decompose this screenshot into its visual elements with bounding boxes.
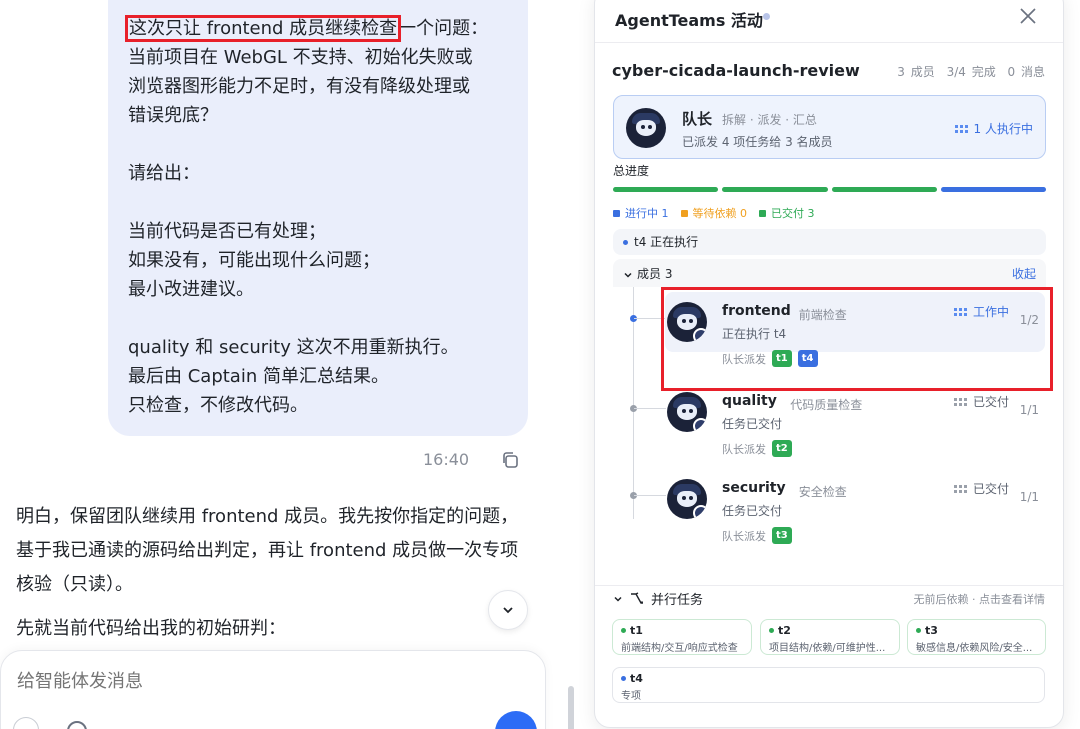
highlight-box bbox=[661, 287, 1053, 391]
legend-item: 等待依赖 0 bbox=[680, 205, 747, 221]
members-section-header[interactable]: 成员 3 收起 bbox=[613, 259, 1046, 287]
avatar bbox=[667, 479, 707, 519]
member-assignment: 队长派发 t3 bbox=[722, 527, 792, 544]
add-attachment-button[interactable] bbox=[13, 717, 39, 729]
grid-dots-icon bbox=[954, 124, 968, 133]
assistant-paragraph: 先就当前代码给出我的初始研判： bbox=[16, 618, 286, 639]
user-message-line: 只检查，不修改代码。 bbox=[128, 395, 308, 416]
progress-legend: 进行中 1 等待依赖 0 已交付 3 bbox=[613, 205, 815, 221]
user-message-bubble: 这次只让 frontend 成员继续检查一个问题： 当前项目在 WebGL 不支… bbox=[108, 0, 528, 436]
task-tag[interactable]: t3 bbox=[772, 527, 792, 544]
member-task-count: 1/1 bbox=[1019, 490, 1039, 504]
leader-card[interactable]: 队长 拆解 · 派发 · 汇总 已派发 4 项任务给 3 名成员 1 人执行中 bbox=[613, 95, 1046, 159]
task-card-t3[interactable]: t3 敏感信息/依赖风险/安全... bbox=[907, 619, 1046, 655]
member-task: 任务已交付 bbox=[722, 504, 783, 518]
grid-dots-icon bbox=[953, 397, 967, 406]
message-input[interactable] bbox=[17, 671, 497, 692]
member-row-security[interactable]: security 安全检查任务已交付 已交付 1/1 队长派发 t3 bbox=[665, 469, 1045, 551]
user-message-line: 最后由 Captain 简单汇总结果。 bbox=[128, 366, 389, 387]
message-timestamp: 16:40 bbox=[423, 450, 470, 469]
branch-icon bbox=[631, 591, 643, 604]
legend-item: 进行中 1 bbox=[613, 205, 669, 221]
user-message-line: quality 和 security 这次不用重新执行。 bbox=[128, 337, 459, 358]
message-composer bbox=[0, 650, 546, 729]
progress-segment bbox=[940, 187, 1046, 192]
parallel-tasks-note: 无前后依赖 · 点击查看详情 bbox=[913, 593, 1046, 606]
panel-header: AgentTeams 活动 bbox=[595, 0, 1063, 43]
scroll-to-bottom-button[interactable] bbox=[488, 590, 528, 630]
user-message-line: 错误兜底？ bbox=[128, 105, 218, 126]
user-message-line: 当前代码是否已有处理； bbox=[128, 221, 326, 242]
member-status: 已交付 bbox=[953, 393, 1009, 410]
user-message-line: 最小改进建议。 bbox=[128, 279, 254, 300]
progress-segment bbox=[831, 187, 937, 192]
task-card-t2[interactable]: t2 项目结构/依赖/可维护性... bbox=[760, 619, 900, 655]
tree-branch bbox=[634, 408, 666, 409]
member-assignment: 队长派发 t2 bbox=[722, 440, 792, 457]
member-role: 代码质量检查 bbox=[790, 398, 863, 412]
collapse-link[interactable]: 收起 bbox=[1012, 265, 1036, 282]
tree-branch bbox=[634, 495, 666, 496]
user-message-line: 这次只让 frontend 成员继续检查一个问题： bbox=[124, 15, 489, 42]
assistant-message: 明白，保留团队继续用 frontend 成员。我先按你指定的问题，基于我已通读的… bbox=[16, 500, 536, 646]
parallel-tasks-toggle[interactable]: 并行任务 bbox=[613, 589, 703, 608]
member-task: 任务已交付 bbox=[722, 417, 783, 431]
progress-label: 总进度 bbox=[613, 164, 650, 178]
current-task-indicator: t4 正在执行 bbox=[613, 229, 1046, 255]
live-indicator bbox=[763, 13, 770, 20]
member-row-quality[interactable]: quality 代码质量检查 任务已交付 已交付 1/1 队长派发 t2 bbox=[665, 382, 1045, 464]
leader-title: 队长 bbox=[682, 110, 713, 128]
legend-item: 已交付 3 bbox=[759, 205, 815, 221]
user-message-line: 请给出： bbox=[128, 163, 200, 184]
panel-title: AgentTeams 活动 bbox=[615, 11, 763, 30]
task-card-t1[interactable]: t1 前端结构/交互/响应式检查 bbox=[612, 619, 752, 655]
members-toggle[interactable]: 成员 3 bbox=[623, 265, 672, 282]
chevron-down-icon bbox=[614, 596, 622, 602]
member-name: quality bbox=[722, 393, 777, 409]
member-name: security bbox=[722, 480, 786, 496]
user-message-line: 浏览器图形能力不足时，有没有降级处理或 bbox=[128, 76, 470, 97]
chat-area: 这次只让 frontend 成员继续检查一个问题： 当前项目在 WebGL 不支… bbox=[0, 0, 590, 729]
assistant-paragraph: 明白，保留团队继续用 frontend 成员。我先按你指定的问题，基于我已通读的… bbox=[16, 506, 519, 595]
member-task-count: 1/1 bbox=[1019, 403, 1039, 417]
progress-segment bbox=[613, 187, 719, 192]
chevron-down-icon bbox=[503, 607, 513, 614]
avatar bbox=[626, 108, 666, 148]
avatar bbox=[667, 392, 707, 432]
leader-description: 已派发 4 项任务给 3 名成员 bbox=[682, 135, 833, 149]
user-message-line: 当前项目在 WebGL 不支持、初始化失败或 bbox=[128, 47, 473, 68]
highlight-box: 这次只让 frontend 成员继续检查 bbox=[124, 15, 402, 42]
leader-subtitle: 拆解 · 派发 · 汇总 bbox=[722, 113, 817, 127]
executing-status: 1 人执行中 bbox=[954, 120, 1033, 137]
member-role: 安全检查 bbox=[798, 485, 847, 499]
chat-scrollbar[interactable] bbox=[568, 686, 574, 729]
mode-icon[interactable] bbox=[67, 721, 87, 729]
close-icon[interactable] bbox=[1017, 5, 1039, 27]
team-name: cyber-cicada-launch-review bbox=[612, 61, 860, 80]
user-message-line: 如果没有，可能出现什么问题； bbox=[128, 250, 380, 271]
task-card-t4[interactable]: t4 专项 bbox=[612, 667, 1045, 703]
send-button[interactable] bbox=[495, 711, 537, 729]
progress-segment bbox=[722, 187, 828, 192]
grid-dots-icon bbox=[953, 484, 967, 493]
chevron-down-icon bbox=[624, 272, 632, 278]
copy-icon[interactable] bbox=[500, 450, 520, 470]
member-status: 已交付 bbox=[953, 480, 1009, 497]
task-tag[interactable]: t2 bbox=[772, 440, 792, 457]
overall-progress-bar bbox=[613, 187, 1046, 192]
team-stats: 3 成员 3/4 完成 0 消息 bbox=[897, 65, 1045, 79]
